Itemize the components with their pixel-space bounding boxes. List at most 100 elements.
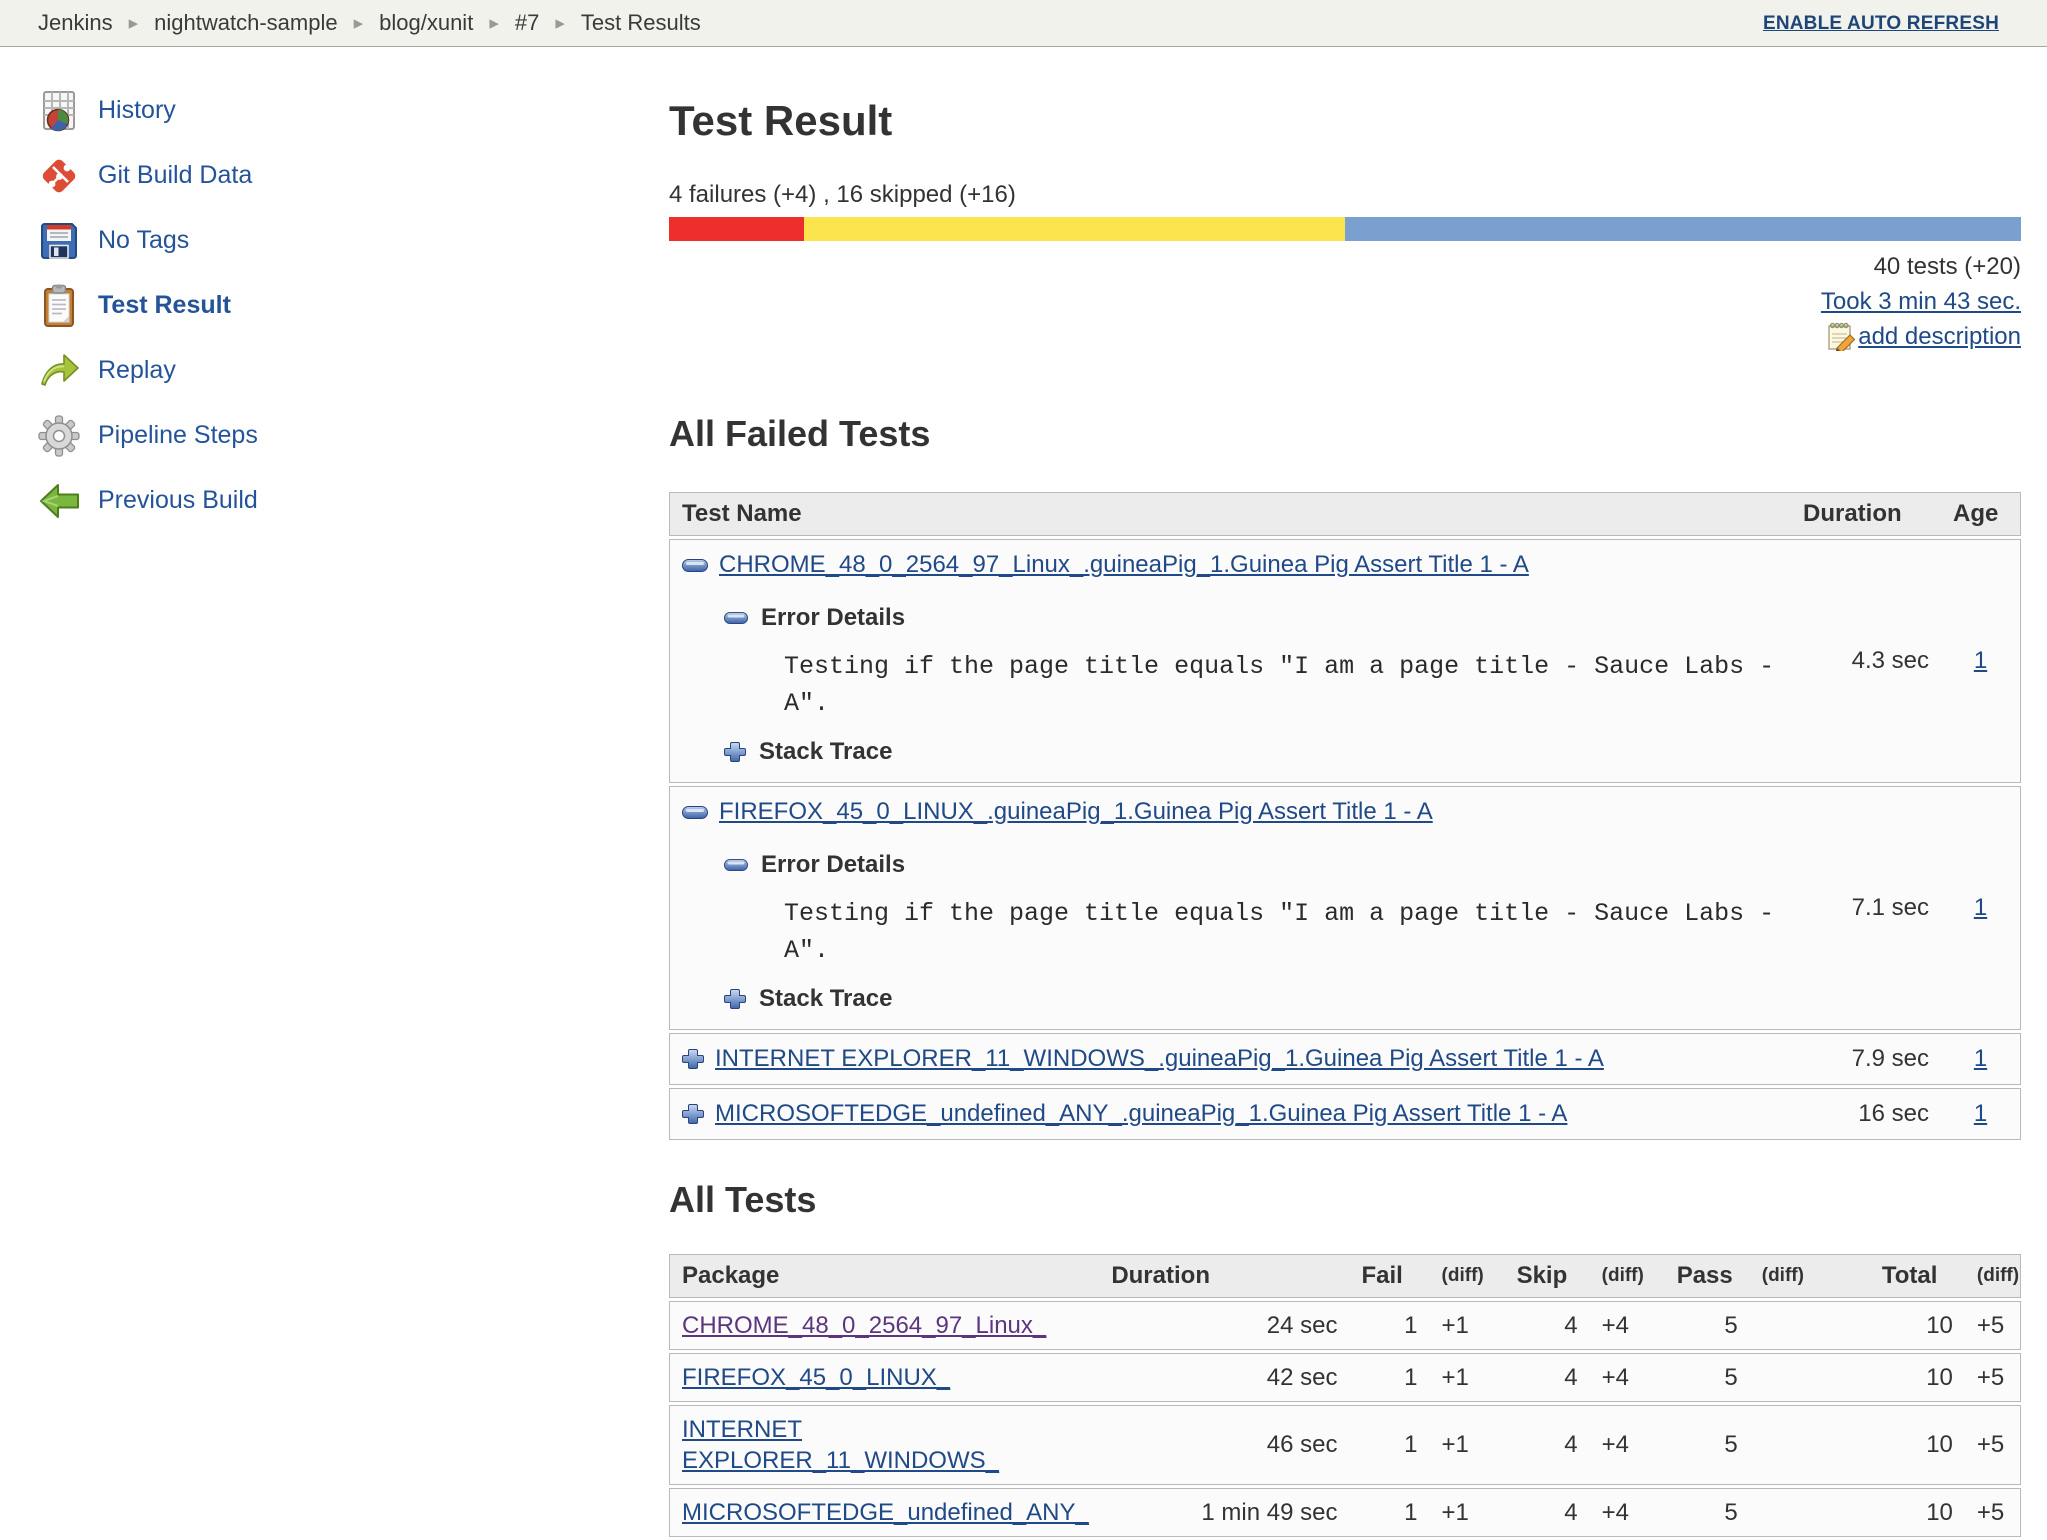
expand-icon[interactable] <box>724 988 746 1010</box>
skip-cell: 4 <box>1504 1353 1590 1402</box>
column-header-fail[interactable]: Fail <box>1349 1254 1430 1298</box>
sidebar-item-no-tags[interactable]: No Tags <box>36 208 616 273</box>
sidebar-item-pipeline-steps[interactable]: Pipeline Steps <box>36 403 616 468</box>
collapse-icon[interactable] <box>724 612 748 624</box>
column-header-skip-diff[interactable]: (diff) <box>1589 1254 1665 1298</box>
sidebar-item-previous-build[interactable]: Previous Build <box>36 468 616 533</box>
breadcrumb-item-jenkins[interactable]: Jenkins <box>38 10 113 36</box>
age-cell: 1 <box>1941 1033 2021 1085</box>
floppy-disk-icon <box>36 218 82 264</box>
pass-diff-cell <box>1749 1488 1870 1537</box>
sidebar-item-label: Test Result <box>98 291 231 319</box>
duration-cell: 42 sec <box>1099 1353 1350 1402</box>
package-link[interactable]: MICROSOFTEDGE_undefined_ANY_ <box>682 1499 1089 1526</box>
failed-test-link[interactable]: CHROME_48_0_2564_97_Linux_.guineaPig_1.G… <box>719 551 1529 579</box>
total-cell: 10 <box>1869 1353 1965 1402</box>
arrow-left-icon <box>36 478 82 524</box>
column-header-total-diff[interactable]: (diff) <box>1964 1254 2021 1298</box>
age-link[interactable]: 1 <box>1974 894 1987 921</box>
total-diff-cell: +5 <box>1964 1488 2021 1537</box>
failure-summary: 4 failures (+4) , 16 skipped (+16) <box>669 181 1016 208</box>
package-row: FIREFOX_45_0_LINUX_ 42 sec 1 +1 4 +4 5 1… <box>669 1353 2021 1402</box>
breadcrumb-item-build[interactable]: #7 <box>515 10 539 36</box>
age-cell: 1 <box>1941 1088 2021 1140</box>
failed-test-link[interactable]: FIREFOX_45_0_LINUX_.guineaPig_1.Guinea P… <box>719 798 1433 826</box>
all-tests-table: Package Duration Fail (diff) Skip (diff)… <box>669 1251 2021 1540</box>
stack-trace-label[interactable]: Stack Trace <box>759 738 892 766</box>
breadcrumb-item-test-results[interactable]: Test Results <box>581 10 701 36</box>
package-link[interactable]: INTERNET EXPLORER_11_WINDOWS_ <box>682 1416 999 1474</box>
failed-table-header-row: Test Name Duration Age <box>669 492 2021 536</box>
pass-cell: 5 <box>1664 1405 1750 1485</box>
sidebar-item-replay[interactable]: Replay <box>36 338 616 403</box>
total-cell: 10 <box>1869 1405 1965 1485</box>
collapse-icon[interactable] <box>724 859 748 871</box>
package-row: CHROME_48_0_2564_97_Linux_ 24 sec 1 +1 4… <box>669 1301 2021 1350</box>
age-link[interactable]: 1 <box>1974 647 1987 674</box>
error-details-label[interactable]: Error Details <box>761 604 905 632</box>
column-header-duration[interactable]: Duration <box>1791 492 1941 536</box>
collapse-icon[interactable] <box>682 805 708 819</box>
history-icon <box>36 88 82 134</box>
column-header-test-name[interactable]: Test Name <box>669 492 1791 536</box>
failed-test-link[interactable]: MICROSOFTEDGE_undefined_ANY_.guineaPig_1… <box>715 1100 1567 1128</box>
gear-icon <box>36 413 82 459</box>
column-header-package[interactable]: Package <box>669 1254 1100 1298</box>
package-link[interactable]: FIREFOX_45_0_LINUX_ <box>682 1364 950 1391</box>
total-diff-cell: +5 <box>1964 1353 2021 1402</box>
sidebar-item-test-result[interactable]: Test Result <box>36 273 616 338</box>
total-tests-count: 40 tests (+20) <box>1873 253 2021 280</box>
failed-test-link[interactable]: INTERNET EXPLORER_11_WINDOWS_.guineaPig_… <box>715 1045 1604 1073</box>
took-duration-link[interactable]: Took 3 min 43 sec. <box>1821 288 2021 315</box>
pass-diff-cell <box>1749 1405 1870 1485</box>
sidebar-item-label: History <box>98 96 176 124</box>
fail-diff-cell: +1 <box>1429 1488 1505 1537</box>
sidebar-item-label: Previous Build <box>98 486 258 514</box>
age-cell: 1 <box>1941 539 2021 783</box>
add-description-link[interactable]: add description <box>1858 323 2021 350</box>
column-header-total[interactable]: Total <box>1869 1254 1965 1298</box>
error-details-label[interactable]: Error Details <box>761 851 905 879</box>
column-header-pass[interactable]: Pass <box>1664 1254 1750 1298</box>
duration-cell: 24 sec <box>1099 1301 1350 1350</box>
package-row: INTERNET EXPLORER_11_WINDOWS_ 46 sec 1 +… <box>669 1405 2021 1485</box>
pass-cell: 5 <box>1664 1488 1750 1537</box>
expand-icon[interactable] <box>724 741 746 763</box>
error-text: Testing if the page title equals "I am a… <box>784 899 1790 965</box>
git-icon <box>36 153 82 199</box>
duration-cell: 16 sec <box>1791 1088 1941 1140</box>
breadcrumb-item-branch[interactable]: blog/xunit <box>379 10 473 36</box>
total-cell: 10 <box>1869 1488 1965 1537</box>
clipboard-icon <box>36 283 82 329</box>
sidebar-item-label: Replay <box>98 356 176 384</box>
sidebar-item-git-build-data[interactable]: Git Build Data <box>36 143 616 208</box>
duration-cell: 1 min 49 sec <box>1099 1488 1350 1537</box>
column-header-skip[interactable]: Skip <box>1504 1254 1590 1298</box>
breadcrumb-bar: Jenkins ▸ nightwatch-sample ▸ blog/xunit… <box>0 0 2047 47</box>
stack-trace-label[interactable]: Stack Trace <box>759 985 892 1013</box>
package-link[interactable]: CHROME_48_0_2564_97_Linux_ <box>682 1312 1046 1339</box>
column-header-fail-diff[interactable]: (diff) <box>1429 1254 1505 1298</box>
skip-cell: 4 <box>1504 1301 1590 1350</box>
column-header-age[interactable]: Age <box>1941 492 2021 536</box>
bar-passed-segment <box>1344 217 2021 241</box>
side-panel: History Git Build Data No Tags Test Resu… <box>36 78 616 533</box>
breadcrumb-item-job[interactable]: nightwatch-sample <box>154 10 337 36</box>
enable-auto-refresh-link[interactable]: ENABLE AUTO REFRESH <box>1763 13 1999 35</box>
pass-diff-cell <box>1749 1353 1870 1402</box>
age-link[interactable]: 1 <box>1974 1045 1987 1072</box>
sidebar-item-label: Git Build Data <box>98 161 253 189</box>
chevron-right-icon: ▸ <box>353 12 364 34</box>
age-link[interactable]: 1 <box>1974 1100 1987 1127</box>
collapse-icon[interactable] <box>682 558 708 572</box>
bar-failed-segment <box>669 217 805 241</box>
fail-cell: 1 <box>1349 1405 1430 1485</box>
column-header-duration[interactable]: Duration <box>1099 1254 1350 1298</box>
expand-icon[interactable] <box>682 1048 704 1070</box>
expand-icon[interactable] <box>682 1103 704 1125</box>
duration-cell: 7.1 sec <box>1791 786 1941 1030</box>
sidebar-item-history[interactable]: History <box>36 78 616 143</box>
package-row: MICROSOFTEDGE_undefined_ANY_ 1 min 49 se… <box>669 1488 2021 1537</box>
total-diff-cell: +5 <box>1964 1405 2021 1485</box>
column-header-pass-diff[interactable]: (diff) <box>1749 1254 1870 1298</box>
